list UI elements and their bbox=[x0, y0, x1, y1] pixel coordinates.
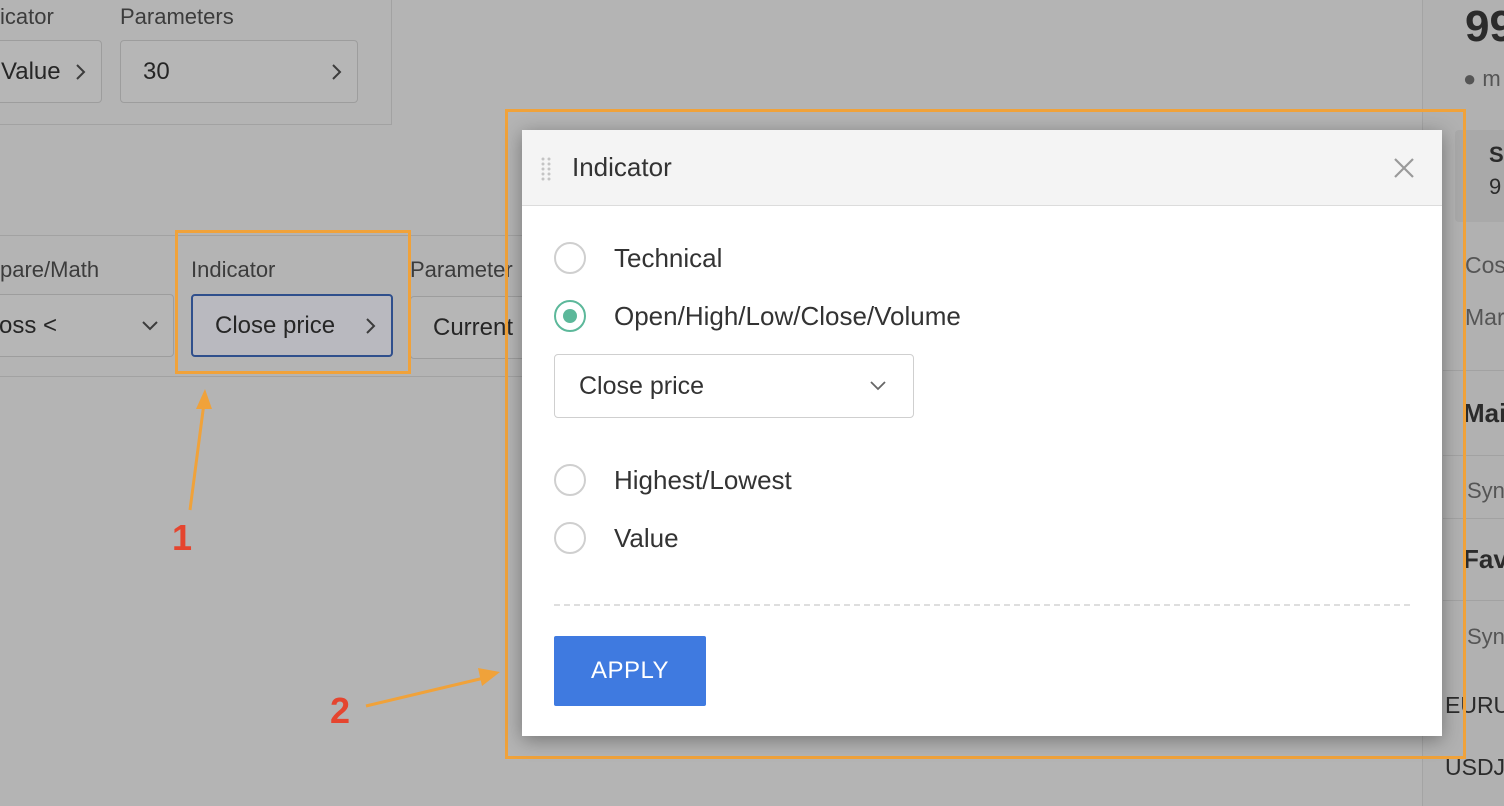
option-ohlcv-label: Open/High/Low/Close/Volume bbox=[614, 300, 961, 331]
close-icon[interactable] bbox=[1392, 156, 1416, 180]
option-value[interactable]: Value bbox=[554, 522, 679, 554]
radio-value[interactable] bbox=[554, 522, 586, 554]
drag-handle-icon[interactable] bbox=[540, 156, 552, 182]
top-indicator-field[interactable]: Value bbox=[0, 40, 102, 103]
top-parameters-value: 30 bbox=[143, 57, 170, 85]
dialog-divider bbox=[554, 604, 1410, 606]
dialog-header[interactable]: Indicator bbox=[522, 130, 1442, 206]
compare-math-label: pare/Math bbox=[0, 257, 100, 282]
summary-title: S bbox=[1489, 142, 1504, 167]
chevron-down-icon bbox=[142, 320, 158, 330]
compare-math-select[interactable]: oss < bbox=[0, 294, 174, 357]
summary-value: 9 bbox=[1489, 174, 1502, 199]
annotation-number-1: 1 bbox=[172, 517, 193, 558]
price-type-select-value: Close price bbox=[579, 371, 705, 400]
status-text: ● m bbox=[1463, 66, 1501, 91]
option-highest-lowest-label: Highest/Lowest bbox=[614, 464, 792, 495]
compare-math-value: oss < bbox=[0, 311, 58, 339]
option-ohlcv[interactable]: Open/High/Low/Close/Volume bbox=[554, 300, 961, 332]
option-value-label: Value bbox=[614, 522, 679, 553]
annotation-arrow-2 bbox=[365, 668, 500, 708]
symbol-header: Syn bbox=[1467, 478, 1504, 503]
apply-button[interactable]: APPLY bbox=[554, 636, 706, 706]
favorites-section-title[interactable]: Fav bbox=[1463, 544, 1504, 575]
condition-parameters-label: Parameter bbox=[410, 257, 513, 282]
option-technical-label: Technical bbox=[614, 242, 723, 273]
price-type-select[interactable]: Close price bbox=[554, 354, 914, 418]
annotation-number-2: 2 bbox=[330, 690, 351, 731]
radio-technical[interactable] bbox=[554, 242, 586, 274]
option-technical[interactable]: Technical bbox=[554, 242, 722, 274]
cost-row: Cos bbox=[1465, 252, 1504, 278]
top-indicator-value: Value bbox=[1, 57, 61, 85]
margin-row: Mar bbox=[1465, 304, 1504, 330]
condition-parameters-value: Current bbox=[433, 313, 514, 341]
chevron-down-icon bbox=[870, 381, 886, 391]
chevron-right-icon bbox=[76, 63, 86, 80]
top-parameters-label: Parameters bbox=[120, 4, 234, 29]
radio-highest-lowest[interactable] bbox=[554, 464, 586, 496]
main-section-title[interactable]: Mai bbox=[1463, 398, 1504, 429]
radio-ohlcv[interactable] bbox=[554, 300, 586, 332]
option-highest-lowest[interactable]: Highest/Lowest bbox=[554, 464, 792, 496]
indicator-dialog: Indicator Technical Open/High/Low/Close/… bbox=[522, 130, 1442, 736]
annotation-box-indicator-field bbox=[175, 230, 411, 374]
top-indicator-label: icator bbox=[0, 4, 54, 29]
symbol-header: Syn bbox=[1467, 624, 1504, 649]
dialog-title: Indicator bbox=[572, 152, 672, 182]
chevron-right-icon bbox=[332, 63, 342, 80]
annotation-arrow-1 bbox=[188, 389, 212, 511]
account-balance: 99 bbox=[1465, 2, 1504, 51]
top-parameters-field[interactable]: 30 bbox=[120, 40, 358, 103]
